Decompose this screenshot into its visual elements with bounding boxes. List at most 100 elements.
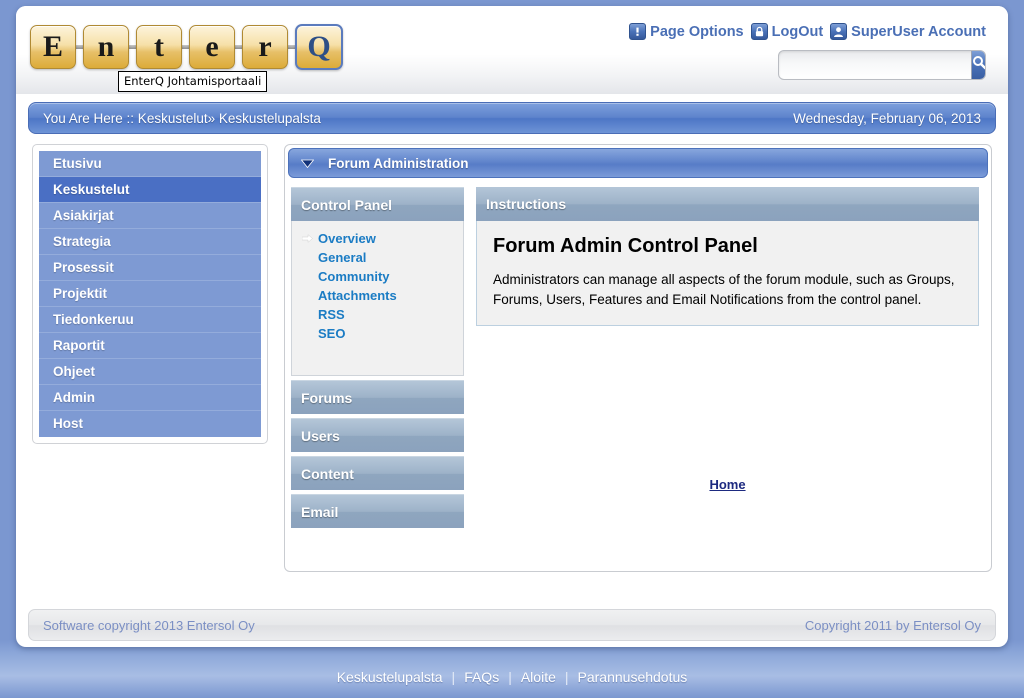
- breadcrumb-text: You Are Here :: Keskustelut» Keskustelup…: [43, 110, 321, 126]
- arrow-right-icon: [302, 233, 313, 244]
- accordion-forums[interactable]: Forums: [291, 380, 464, 414]
- cp-row-attachments[interactable]: Attachments: [292, 286, 463, 305]
- control-panel-column: Control Panel Overview General Community…: [291, 187, 464, 528]
- bottom-nav: Keskustelupalsta | FAQs | Aloite | Paran…: [0, 655, 1024, 698]
- logo-tooltip: EnterQ Johtamisportaali: [118, 71, 268, 92]
- footer-left-text: Software copyright 2013 Entersol Oy: [43, 617, 255, 633]
- sidebar-item-tiedonkeruu[interactable]: Tiedonkeruu: [39, 307, 261, 333]
- cp-link-community[interactable]: Community: [318, 269, 390, 284]
- footer-strip: Software copyright 2013 Entersol Oy Copy…: [28, 609, 996, 641]
- cp-row-general[interactable]: General: [292, 248, 463, 267]
- sidebar-item-host[interactable]: Host: [39, 411, 261, 437]
- instructions-column: Instructions Forum Admin Control Panel A…: [476, 187, 979, 528]
- arrow-placeholder: [302, 328, 313, 339]
- logo-tile-2: t: [136, 25, 182, 69]
- cp-row-seo[interactable]: SEO: [292, 324, 463, 343]
- logo-letter: e: [205, 30, 219, 63]
- home-link[interactable]: Home: [709, 477, 745, 492]
- arrow-placeholder: [302, 252, 313, 263]
- instructions-header: Instructions: [476, 187, 979, 221]
- sidebar-nav: Etusivu Keskustelut Asiakirjat Strategia…: [32, 144, 268, 444]
- control-panel-title: Control Panel: [301, 196, 393, 213]
- search-input[interactable]: [779, 51, 971, 79]
- home-link-wrapper: Home: [476, 476, 979, 494]
- logo-tile-4: r: [242, 25, 288, 69]
- instructions-box: Forum Admin Control Panel Administrators…: [476, 221, 979, 327]
- breadcrumb: You Are Here :: Keskustelut» Keskustelup…: [28, 102, 996, 134]
- bottom-nav-item-aloite[interactable]: Aloite: [521, 669, 556, 685]
- breadcrumb-date: Wednesday, February 06, 2013: [793, 110, 981, 126]
- sidebar-item-keskustelut[interactable]: Keskustelut: [39, 177, 261, 203]
- sidebar-item-prosessit[interactable]: Prosessit: [39, 255, 261, 281]
- logout-link[interactable]: LogOut: [750, 23, 824, 40]
- bottom-nav-separator: |: [564, 668, 569, 685]
- arrow-placeholder: [302, 271, 313, 282]
- sidebar-item-projektit[interactable]: Projektit: [39, 281, 261, 307]
- page-options-link[interactable]: Page Options: [629, 23, 744, 40]
- page-options-label: Page Options: [650, 23, 744, 40]
- app-shell: E n t e r Q EnterQ Johtamisportaali Page…: [16, 6, 1008, 647]
- body-zone: Etusivu Keskustelut Asiakirjat Strategia…: [16, 144, 1008, 604]
- logout-label: LogOut: [771, 23, 824, 40]
- bottom-nav-separator: |: [508, 668, 512, 685]
- logo-letter: r: [258, 30, 272, 63]
- cp-link-attachments[interactable]: Attachments: [318, 288, 397, 303]
- cp-row-rss[interactable]: RSS: [292, 305, 463, 324]
- sidebar-item-raportit[interactable]: Raportit: [39, 333, 261, 359]
- header-links: Page Options LogOut SuperUser Account: [629, 23, 986, 40]
- logo-letter: Q: [307, 30, 331, 63]
- forum-administration-module: Forum Administration Control Panel Overv…: [284, 144, 992, 572]
- cp-row-overview[interactable]: Overview: [292, 229, 463, 248]
- bottom-nav-item-keskustelupalsta[interactable]: Keskustelupalsta: [337, 669, 443, 685]
- accordion-content-label: Content: [301, 465, 354, 482]
- superuser-account-label: SuperUser Account: [851, 23, 986, 40]
- logo-tile-5: Q: [295, 24, 343, 70]
- cp-link-general[interactable]: General: [318, 250, 366, 265]
- cp-link-rss[interactable]: RSS: [318, 307, 345, 322]
- instructions-title: Forum Admin Control Panel: [493, 235, 758, 257]
- accordion-content[interactable]: Content: [291, 456, 464, 490]
- user-icon: [830, 23, 848, 40]
- accordion-forums-label: Forums: [301, 389, 353, 406]
- sidebar-item-ohjeet[interactable]: Ohjeet: [39, 359, 261, 385]
- sidebar-item-strategia[interactable]: Strategia: [39, 229, 261, 255]
- logo-tile-3: e: [189, 25, 235, 69]
- accordion-users[interactable]: Users: [291, 418, 464, 452]
- accordion-email[interactable]: Email: [291, 494, 464, 528]
- instructions-text: Administrators can manage all aspects of…: [493, 272, 955, 307]
- sidebar-item-etusivu[interactable]: Etusivu: [39, 151, 261, 177]
- chevron-down-icon[interactable]: [300, 156, 315, 171]
- arrow-placeholder: [302, 290, 313, 301]
- sidebar-item-asiakirjat[interactable]: Asiakirjat: [39, 203, 261, 229]
- bottom-nav-item-parannusehdotus[interactable]: Parannusehdotus: [578, 669, 688, 685]
- arrow-placeholder: [302, 309, 313, 320]
- exclamation-icon: [629, 23, 647, 40]
- logo-letter: t: [154, 30, 164, 63]
- search-box[interactable]: [778, 50, 986, 80]
- footer-right-text: Copyright 2011 by Entersol Oy: [804, 617, 981, 633]
- sidebar-item-admin[interactable]: Admin: [39, 385, 261, 411]
- accordion-users-label: Users: [301, 427, 340, 444]
- bottom-nav-separator: |: [451, 668, 456, 685]
- cp-row-community[interactable]: Community: [292, 267, 463, 286]
- logo-tile-1: n: [83, 25, 129, 69]
- cp-link-seo[interactable]: SEO: [318, 326, 345, 341]
- module-header: Forum Administration: [288, 148, 988, 178]
- cp-link-overview[interactable]: Overview: [318, 231, 376, 246]
- lock-icon: [750, 23, 768, 40]
- accordion-email-label: Email: [301, 503, 339, 520]
- site-logo[interactable]: E n t e r Q: [30, 24, 343, 70]
- instructions-header-label: Instructions: [486, 196, 567, 212]
- bottom-nav-item-faqs[interactable]: FAQs: [464, 669, 499, 685]
- logo-letter: n: [97, 30, 115, 63]
- logo-letter: E: [42, 30, 63, 63]
- search-icon: [972, 55, 985, 75]
- superuser-account-link[interactable]: SuperUser Account: [830, 23, 986, 40]
- control-panel-header[interactable]: Control Panel: [291, 187, 464, 221]
- logo-tile-0: E: [30, 25, 76, 69]
- site-header: E n t e r Q EnterQ Johtamisportaali Page…: [16, 6, 1008, 94]
- search-button[interactable]: [971, 51, 985, 79]
- control-panel-links: Overview General Community Attachments R…: [291, 221, 464, 376]
- module-body: Control Panel Overview General Community…: [285, 181, 991, 540]
- module-title: Forum Administration: [328, 155, 469, 171]
